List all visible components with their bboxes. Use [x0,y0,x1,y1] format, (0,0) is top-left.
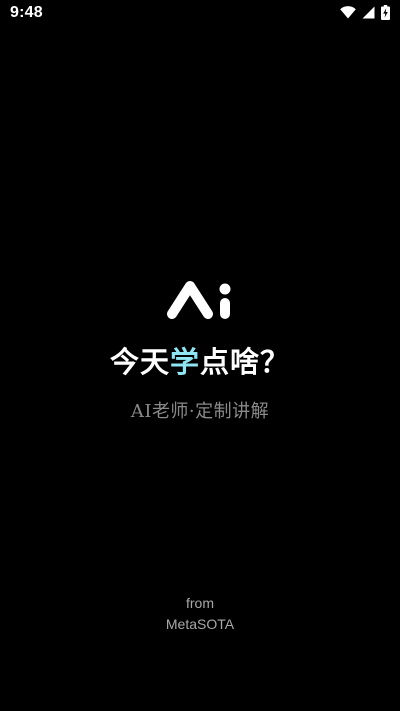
cellular-signal-icon [362,6,375,19]
headline-highlight: 学 [169,345,200,379]
status-time: 9:48 [10,4,43,21]
headline: 今天学点啥？ [0,342,400,382]
status-icons [340,5,390,20]
subtitle: AI老师·定制讲解 [130,401,270,422]
ai-logo [163,276,237,320]
headline-text-end: 点啥？ [200,345,291,379]
battery-charging-icon [381,5,390,20]
from-label: from [186,595,214,611]
headline-text: 今天 [109,345,170,379]
status-bar: 9:48 [0,0,400,28]
wifi-icon [340,6,356,19]
brand-name: MetaSOTA [165,616,235,632]
